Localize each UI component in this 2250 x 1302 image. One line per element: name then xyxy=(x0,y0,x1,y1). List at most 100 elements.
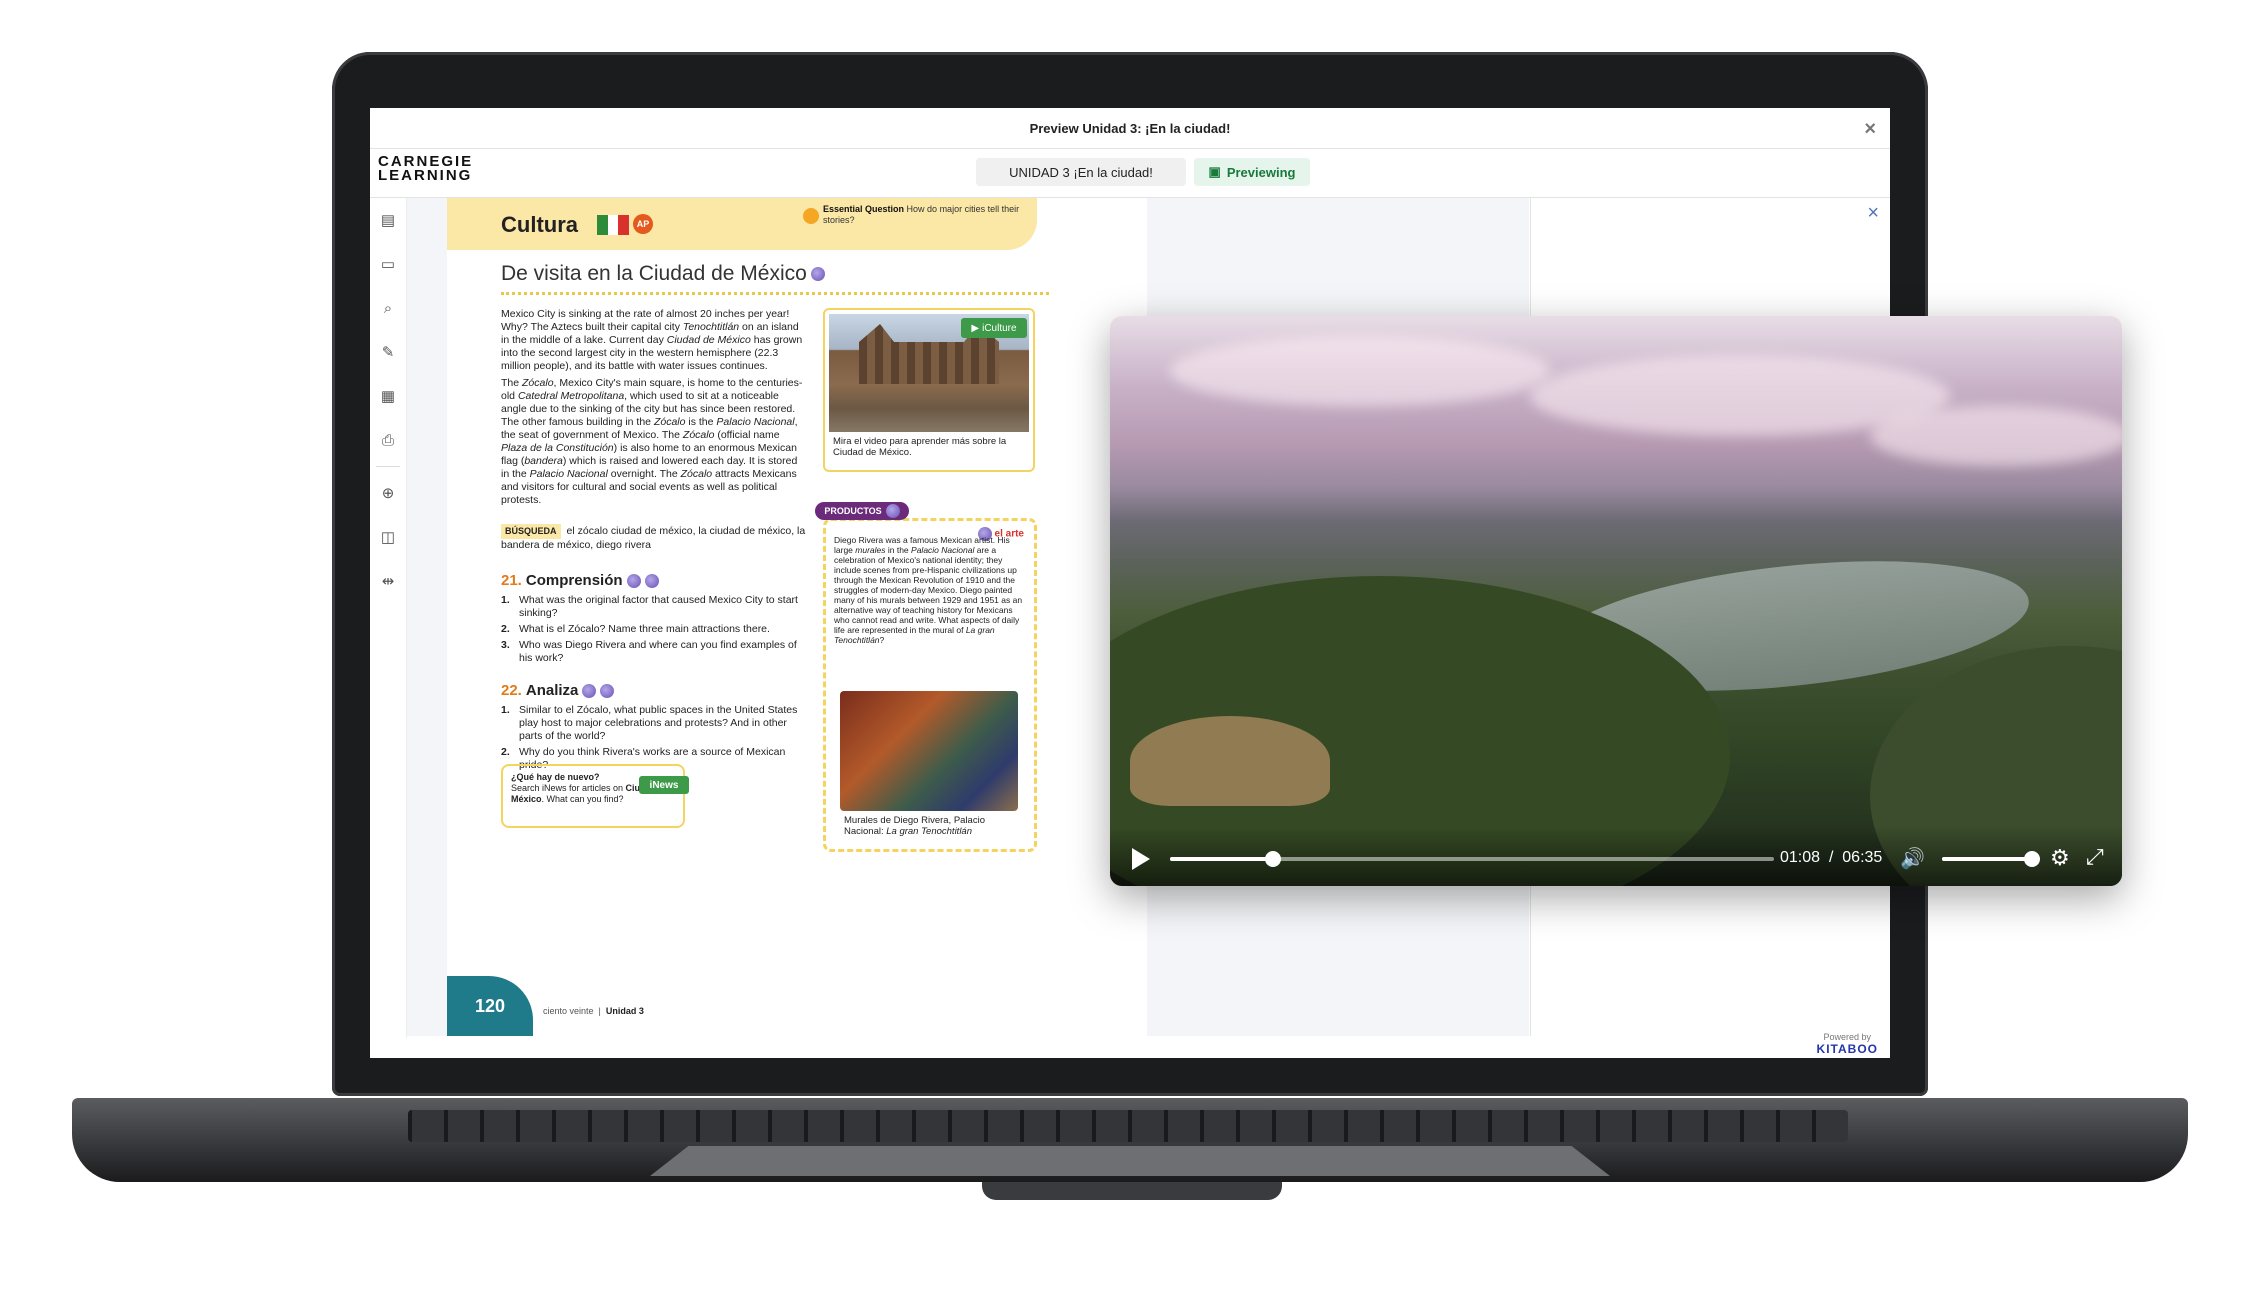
sidebar-divider xyxy=(376,466,400,467)
activity-number: 22. xyxy=(501,682,522,699)
question-text: Who was Diego Rivera and where can you f… xyxy=(519,639,797,664)
audio-globe-icon[interactable] xyxy=(600,684,615,699)
text-run-italic: Catedral Metropolitana xyxy=(517,390,625,402)
print-icon[interactable]: ⎙ xyxy=(370,418,406,462)
top-toolbar: CARNEGIE LEARNING UNIDAD 3 ¡En la ciudad… xyxy=(370,149,1890,198)
volume-slider[interactable] xyxy=(1942,851,2040,867)
audio-globe-icon[interactable] xyxy=(885,504,900,518)
seek-bar[interactable] xyxy=(1170,851,1774,867)
book-view-icon[interactable]: ◫ xyxy=(370,515,406,559)
laptop-keyboard xyxy=(408,1110,1848,1142)
question-item: 2. What is el Zócalo? Name three main att… xyxy=(501,623,811,636)
zoom-in-icon[interactable]: ⊕ xyxy=(370,471,406,515)
el-arte-card: el arte Diego Rivera was a famous Mexica… xyxy=(823,518,1037,852)
text-run: . What can you find? xyxy=(541,794,624,804)
text-run: are a celebration of Mexico's national i… xyxy=(834,545,1023,635)
el-arte-text: Diego Rivera was a famous Mexican artist… xyxy=(834,535,1024,645)
volume-handle[interactable] xyxy=(2024,851,2040,867)
kitaboo-branding: Powered by KITABOO xyxy=(1817,1032,1878,1056)
previewing-button[interactable]: ▣ Previewing xyxy=(1194,158,1310,186)
inews-box: ¿Qué hay de nuevo? Search iNews for arti… xyxy=(501,764,689,828)
seek-handle[interactable] xyxy=(1264,851,1281,867)
photo-caption: Mira el video para aprender más sobre la… xyxy=(833,436,1007,458)
text-run-italic: Palacio Nacional xyxy=(911,545,975,555)
video-frame-aerial-city[interactable] xyxy=(1110,316,2122,886)
seek-progress xyxy=(1170,857,1273,861)
close-media-icon[interactable]: × xyxy=(1867,202,1879,225)
paragraph-2: The Zócalo, Mexico City's main square, i… xyxy=(501,377,803,507)
text-run-italic: Plaza de la Constitución xyxy=(501,442,614,454)
question-number: 1. xyxy=(501,704,510,716)
logo-line-2: LEARNING xyxy=(378,167,473,184)
question-number: 3. xyxy=(501,639,510,651)
text-run-italic: bandera xyxy=(524,455,563,467)
time-readout: 01:08 / 06:35 xyxy=(1780,849,1882,867)
volume-level xyxy=(1942,857,2032,861)
productos-tag: PRODUCTOS xyxy=(815,502,909,520)
carnegie-learning-logo: CARNEGIE LEARNING xyxy=(378,154,473,184)
audio-globe-icon[interactable] xyxy=(810,267,825,282)
video-player[interactable]: 01:08 / 06:35 🔊 ⚙ ⤢ xyxy=(1110,316,2122,886)
question-number: 2. xyxy=(501,623,510,635)
calendar-icon: ▣ xyxy=(1208,164,1221,179)
iculture-label: iCulture xyxy=(982,322,1017,334)
text-run: Search iNews for articles on xyxy=(511,783,626,793)
essential-question: Essential Question How do major cities t… xyxy=(803,204,1033,244)
fit-width-icon[interactable]: ⇹ xyxy=(370,559,406,603)
close-window-icon[interactable]: × xyxy=(1864,118,1876,141)
question-number: 1. xyxy=(501,594,510,606)
footer-page-words: ciento veinte xyxy=(543,1006,594,1016)
fullscreen-icon[interactable]: ⤢ xyxy=(2086,844,2104,870)
section-title: Cultura xyxy=(501,212,578,237)
gear-icon[interactable]: ⚙ xyxy=(2050,845,2070,871)
audio-globe-icon[interactable] xyxy=(644,574,659,589)
text-run-italic: murales xyxy=(855,545,886,555)
audio-globe-icon[interactable] xyxy=(582,684,597,699)
audio-globe-icon[interactable] xyxy=(626,574,641,589)
document-icon[interactable]: ▤ xyxy=(370,198,406,242)
essential-question-label: Essential Question xyxy=(823,204,905,214)
laptop-trackpad xyxy=(650,1146,1610,1176)
iculture-video-link[interactable]: ▶ iCulture xyxy=(961,318,1027,338)
text-run-italic: Palacio Nacional xyxy=(529,468,608,480)
previewing-label: Previewing xyxy=(1226,164,1296,180)
comprension-questions: 1. What was the original factor that caus… xyxy=(501,594,811,668)
busqueda-tag: BÚSQUEDA xyxy=(501,524,561,539)
text-run-italic: Zócalo xyxy=(653,416,686,428)
grid-icon[interactable]: ▦ xyxy=(370,374,406,418)
cathedral-photo-card: ▶ iCulture Mira el video para aprender má… xyxy=(823,308,1035,472)
video-cloud xyxy=(1870,406,2122,466)
notes-icon[interactable]: ▭ xyxy=(370,242,406,286)
page-heading: De visita en la Ciudad de México xyxy=(501,262,825,286)
dotted-divider xyxy=(501,292,1049,295)
text-run: overnight. The xyxy=(607,468,681,480)
text-run-italic: Zócalo xyxy=(680,468,713,480)
footer-unit: Unidad 3 xyxy=(605,1006,644,1016)
search-text-icon[interactable]: ⌕ xyxy=(370,286,406,330)
laptop-notch xyxy=(982,1182,1282,1200)
video-controls: 01:08 / 06:35 🔊 ⚙ ⤢ xyxy=(1110,826,2122,886)
question-item: 3. Who was Diego Rivera and where can you… xyxy=(501,639,811,665)
rivera-mural-photo xyxy=(840,691,1018,811)
powered-by-label: Powered by xyxy=(1823,1032,1872,1042)
text-run: (official name xyxy=(714,429,780,441)
pen-icon[interactable]: ✎ xyxy=(370,330,406,374)
video-fields xyxy=(1130,716,1330,806)
inews-link[interactable]: iNews xyxy=(639,776,689,794)
kitaboo-logo: KITABOO xyxy=(1816,1042,1878,1056)
volume-icon[interactable]: 🔊 xyxy=(1900,846,1925,871)
question-icon xyxy=(803,208,819,224)
mural-caption: Murales de Diego Rivera, Palacio Naciona… xyxy=(844,815,1020,837)
activity-title: Comprensión xyxy=(525,572,623,589)
text-run: in the xyxy=(885,545,912,555)
unit-selector[interactable]: UNIDAD 3 ¡En la ciudad! xyxy=(976,158,1186,186)
activity-title: Analiza xyxy=(525,682,579,699)
page-heading-text: De visita en la Ciudad de México xyxy=(501,262,807,285)
question-item: 1. What was the original factor that caus… xyxy=(501,594,811,620)
analiza-heading: 22. Analiza xyxy=(501,682,615,699)
play-icon[interactable] xyxy=(1132,848,1150,870)
duration: 06:35 xyxy=(1842,849,1883,866)
question-text: Similar to el Zócalo, what public spaces… xyxy=(519,704,798,742)
page-number: 120 xyxy=(447,976,533,1036)
activity-number: 21. xyxy=(501,572,522,589)
